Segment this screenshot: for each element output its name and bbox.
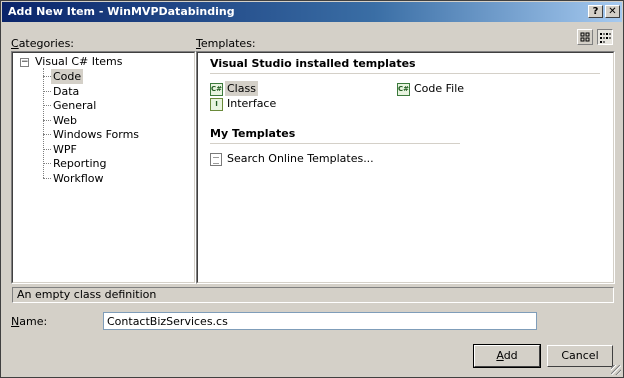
small-icons-view-button[interactable] (597, 29, 613, 45)
large-icons-view-button[interactable] (577, 29, 593, 45)
template-search-online[interactable]: Search Online Templates... (210, 152, 376, 166)
categories-tree[interactable]: − Visual C# Items Code Data General Web … (11, 51, 196, 284)
tree-item-windows-forms[interactable]: Windows Forms (51, 127, 141, 142)
categories-label: Categories: (11, 37, 74, 50)
templates-label: Templates: (196, 37, 256, 50)
installed-templates-heading: Visual Studio installed templates (210, 57, 416, 70)
template-class[interactable]: C# Class (210, 81, 258, 96)
close-button[interactable]: ✕ (605, 5, 620, 18)
template-code-file-label: Code File (414, 82, 465, 95)
tree-item-web[interactable]: Web (51, 113, 79, 128)
search-online-icon (210, 152, 222, 166)
add-button-hotkey: A (496, 349, 504, 362)
collapse-icon[interactable]: − (20, 58, 29, 67)
tree-connector (43, 163, 51, 164)
template-search-online-label: Search Online Templates... (227, 152, 374, 165)
cancel-button[interactable]: Cancel (547, 345, 613, 367)
templates-list[interactable]: Visual Studio installed templates C# Clas… (196, 51, 615, 284)
name-label-text: ame: (19, 315, 48, 328)
large-icons-view-icon (580, 32, 590, 42)
template-interface-label: Interface (227, 97, 277, 110)
tree-item-code[interactable]: Code (51, 69, 84, 84)
help-icon: ? (592, 6, 599, 17)
categories-label-text: ategories: (18, 37, 75, 50)
collapse-glyph: − (21, 57, 29, 67)
title-bar[interactable]: Add New Item - WinMVPDatabinding ? ✕ (2, 2, 622, 22)
group-divider (210, 143, 460, 144)
tree-connector (43, 178, 51, 179)
csharp-code-file-icon: C# (397, 82, 410, 96)
tree-item-general[interactable]: General (51, 98, 98, 113)
tree-connector (43, 120, 51, 121)
templates-label-text: emplates: (200, 37, 256, 50)
template-interface[interactable]: I Interface (210, 97, 278, 111)
template-class-label: Class (225, 81, 258, 96)
template-code-file[interactable]: C# Code File (397, 82, 466, 96)
small-icons-view-icon (600, 33, 611, 43)
tree-item-workflow[interactable]: Workflow (51, 171, 106, 186)
tree-connector (43, 105, 51, 106)
add-button[interactable]: Add (473, 344, 541, 368)
close-icon: ✕ (608, 6, 617, 17)
template-description: An empty class definition (12, 287, 614, 303)
tree-connector (43, 76, 51, 77)
add-new-item-dialog: Add New Item - WinMVPDatabinding ? ✕ Cat… (0, 0, 624, 378)
name-field[interactable] (103, 312, 537, 330)
add-button-label: dd (503, 349, 518, 362)
name-label-hotkey: N (11, 315, 20, 328)
tree-connector (43, 134, 51, 135)
help-button[interactable]: ? (588, 5, 603, 18)
csharp-class-icon: C# (210, 82, 223, 96)
resize-grip-icon[interactable] (611, 365, 621, 375)
tree-connector (43, 149, 51, 150)
tree-item-wpf[interactable]: WPF (51, 142, 79, 157)
tree-connector-vertical (43, 68, 44, 178)
group-divider (210, 73, 600, 74)
categories-label-hotkey: C (11, 37, 19, 50)
my-templates-heading: My Templates (210, 127, 296, 140)
tree-item-data[interactable]: Data (51, 84, 81, 99)
tree-item-reporting[interactable]: Reporting (51, 156, 108, 171)
window-title: Add New Item - WinMVPDatabinding (8, 5, 235, 18)
tree-connector (43, 91, 51, 92)
tree-root-visual-csharp-items[interactable]: Visual C# Items (33, 54, 125, 69)
name-label: Name: (11, 315, 47, 328)
csharp-interface-icon: I (210, 97, 223, 111)
